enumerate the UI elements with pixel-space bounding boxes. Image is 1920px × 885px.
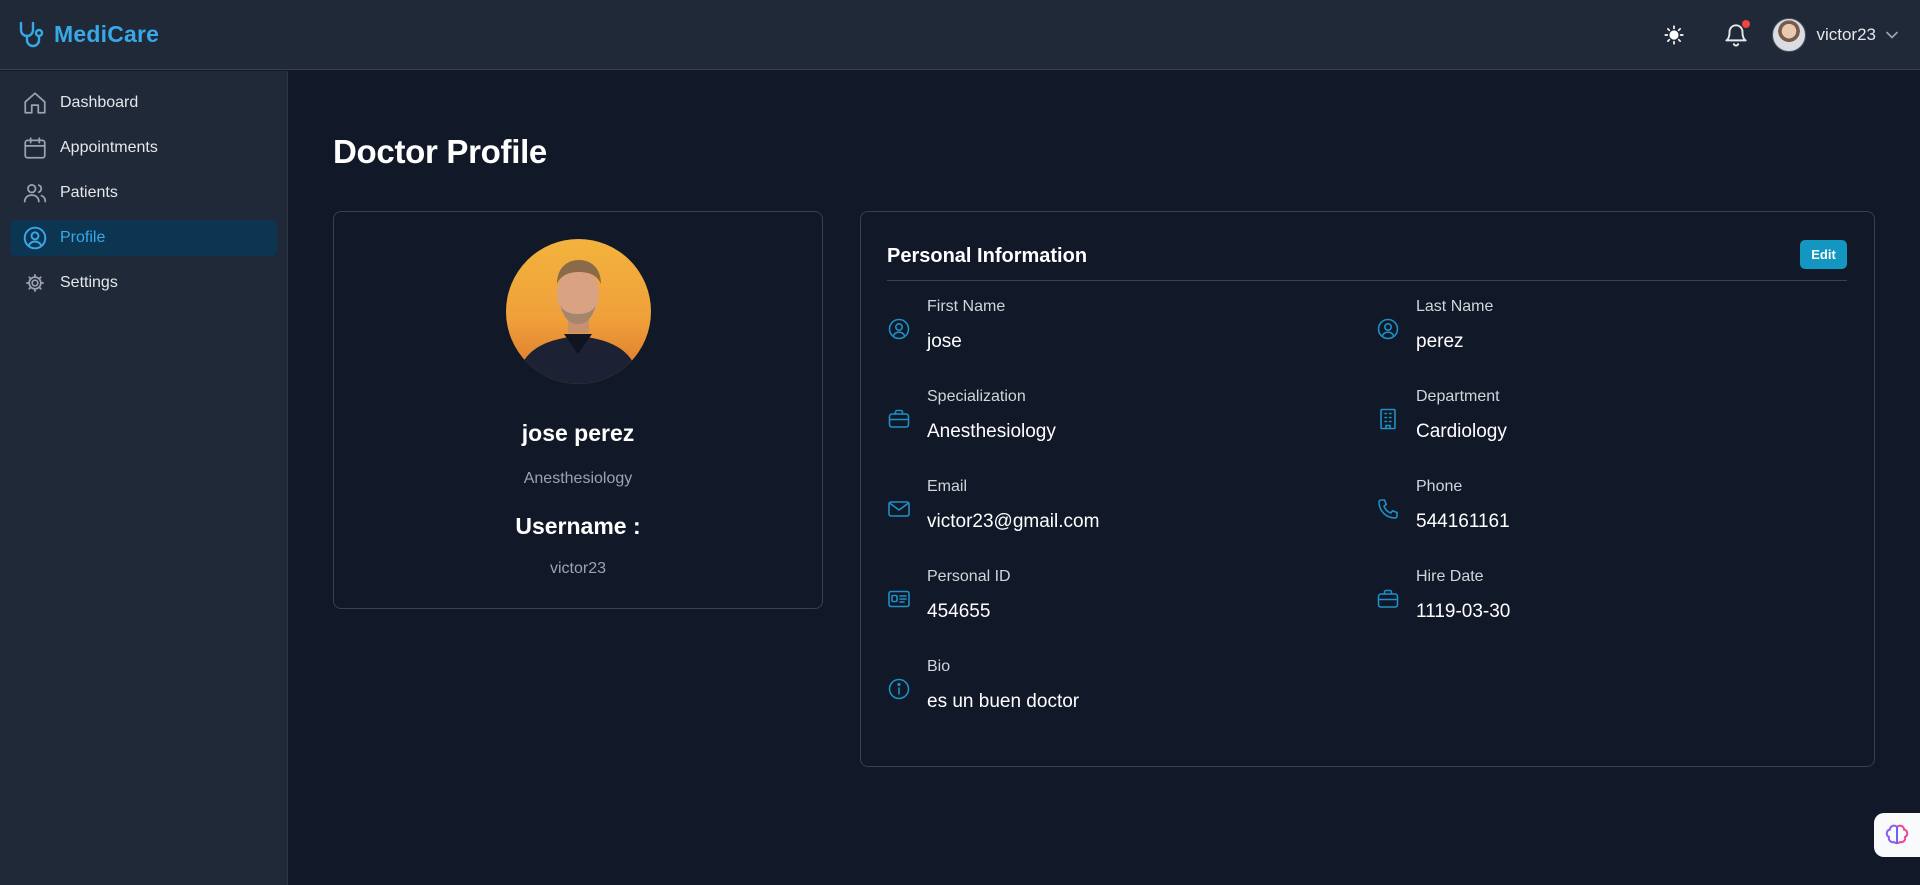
sidebar-item-settings[interactable]: Settings <box>10 265 277 301</box>
field-value: Anesthesiology <box>927 421 1056 442</box>
field-label: First Name <box>927 298 1006 315</box>
field-specialization: Specialization Anesthesiology <box>887 388 1327 448</box>
brand-logo[interactable]: MediCare <box>18 21 159 49</box>
field-label: Email <box>927 478 968 495</box>
field-label: Last Name <box>1416 298 1494 315</box>
sidebar-item-dashboard[interactable]: Dashboard <box>10 85 277 121</box>
page-title: Doctor Profile <box>333 133 547 170</box>
field-bio: Bio es un buen doctor <box>887 658 1327 718</box>
assistant-button[interactable] <box>1874 813 1920 857</box>
field-label: Department <box>1416 388 1500 405</box>
user-circle-icon <box>1376 317 1400 341</box>
field-value: jose <box>927 331 962 352</box>
sidebar-item-label: Profile <box>60 229 106 246</box>
sidebar-item-label: Appointments <box>60 139 158 156</box>
field-personal-id: Personal ID 454655 <box>887 568 1327 628</box>
field-value: 454655 <box>927 601 991 622</box>
id-card-icon <box>887 587 911 611</box>
top-bar: MediCare victor23 <box>0 0 1920 70</box>
field-phone: Phone 544161161 <box>1376 478 1816 538</box>
user-avatar <box>1772 17 1807 52</box>
header-username: victor23 <box>1816 24 1876 44</box>
field-department: Department Cardiology <box>1376 388 1816 448</box>
sidebar-item-label: Dashboard <box>60 94 139 111</box>
theme-toggle-button[interactable] <box>1654 15 1694 55</box>
field-value: 544161161 <box>1416 511 1510 532</box>
users-icon <box>22 180 48 206</box>
home-icon <box>22 90 48 116</box>
field-label: Bio <box>927 658 951 675</box>
edit-button[interactable]: Edit <box>1800 240 1847 269</box>
briefcase-icon <box>1376 587 1400 611</box>
personal-information-card: Personal Information Edit First Name jos… <box>860 211 1875 767</box>
field-first-name: First Name jose <box>887 298 1327 358</box>
user-circle-icon <box>22 225 48 251</box>
user-menu[interactable]: victor23 <box>1772 17 1898 52</box>
field-last-name: Last Name perez <box>1376 298 1816 358</box>
sidebar-item-label: Patients <box>60 184 118 201</box>
field-label: Specialization <box>927 388 1026 405</box>
brain-icon <box>1885 823 1909 847</box>
sidebar: Dashboard Appointments Patients Profile … <box>0 71 288 885</box>
doctor-name: jose perez <box>521 420 635 446</box>
field-label: Personal ID <box>927 568 1011 585</box>
username-value: victor23 <box>549 560 607 577</box>
field-value: perez <box>1416 331 1464 352</box>
brand-name: MediCare <box>54 21 160 47</box>
notifications-button[interactable] <box>1716 15 1756 55</box>
divider <box>887 280 1847 281</box>
username-label: Username : <box>515 513 641 539</box>
field-label: Hire Date <box>1416 568 1484 585</box>
doctor-avatar <box>506 239 651 384</box>
sidebar-item-label: Settings <box>60 274 118 291</box>
field-value: es un buen doctor <box>927 691 1080 712</box>
briefcase-icon <box>887 407 911 431</box>
stethoscope-icon <box>18 21 44 49</box>
sidebar-item-appointments[interactable]: Appointments <box>10 130 277 166</box>
sun-icon <box>1664 24 1685 45</box>
user-circle-icon <box>887 317 911 341</box>
sidebar-item-patients[interactable]: Patients <box>10 175 277 211</box>
header-actions: victor23 <box>1654 15 1902 55</box>
field-hire-date: Hire Date 1119-03-30 <box>1376 568 1816 628</box>
doctor-specialization: Anesthesiology <box>523 470 633 487</box>
calendar-icon <box>22 135 48 161</box>
sidebar-item-profile[interactable]: Profile <box>10 220 277 256</box>
profile-summary-card: jose perez Anesthesiology Username : vic… <box>333 211 823 609</box>
mail-icon <box>887 497 911 521</box>
field-email: Email victor23@gmail.com <box>887 478 1327 538</box>
field-value: Cardiology <box>1416 421 1507 442</box>
phone-icon <box>1376 497 1400 521</box>
gear-icon <box>22 270 48 296</box>
info-icon <box>887 677 911 701</box>
chevron-down-icon <box>1886 31 1898 39</box>
building-icon <box>1376 407 1400 431</box>
personal-information-title: Personal Information <box>887 245 1088 267</box>
field-value: 1119-03-30 <box>1416 601 1511 622</box>
field-label: Phone <box>1416 478 1463 495</box>
field-value: victor23@gmail.com <box>927 511 1100 532</box>
